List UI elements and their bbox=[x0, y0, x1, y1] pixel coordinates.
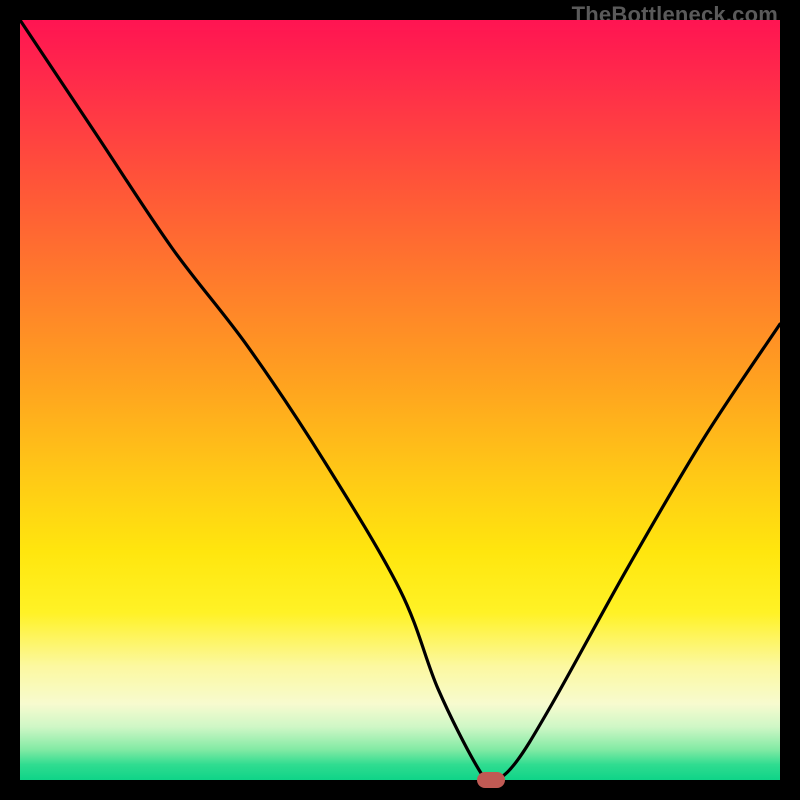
optimal-point-marker bbox=[477, 772, 505, 788]
plot-area bbox=[20, 20, 780, 780]
chart-frame: TheBottleneck.com bbox=[0, 0, 800, 800]
bottleneck-curve bbox=[20, 20, 780, 780]
